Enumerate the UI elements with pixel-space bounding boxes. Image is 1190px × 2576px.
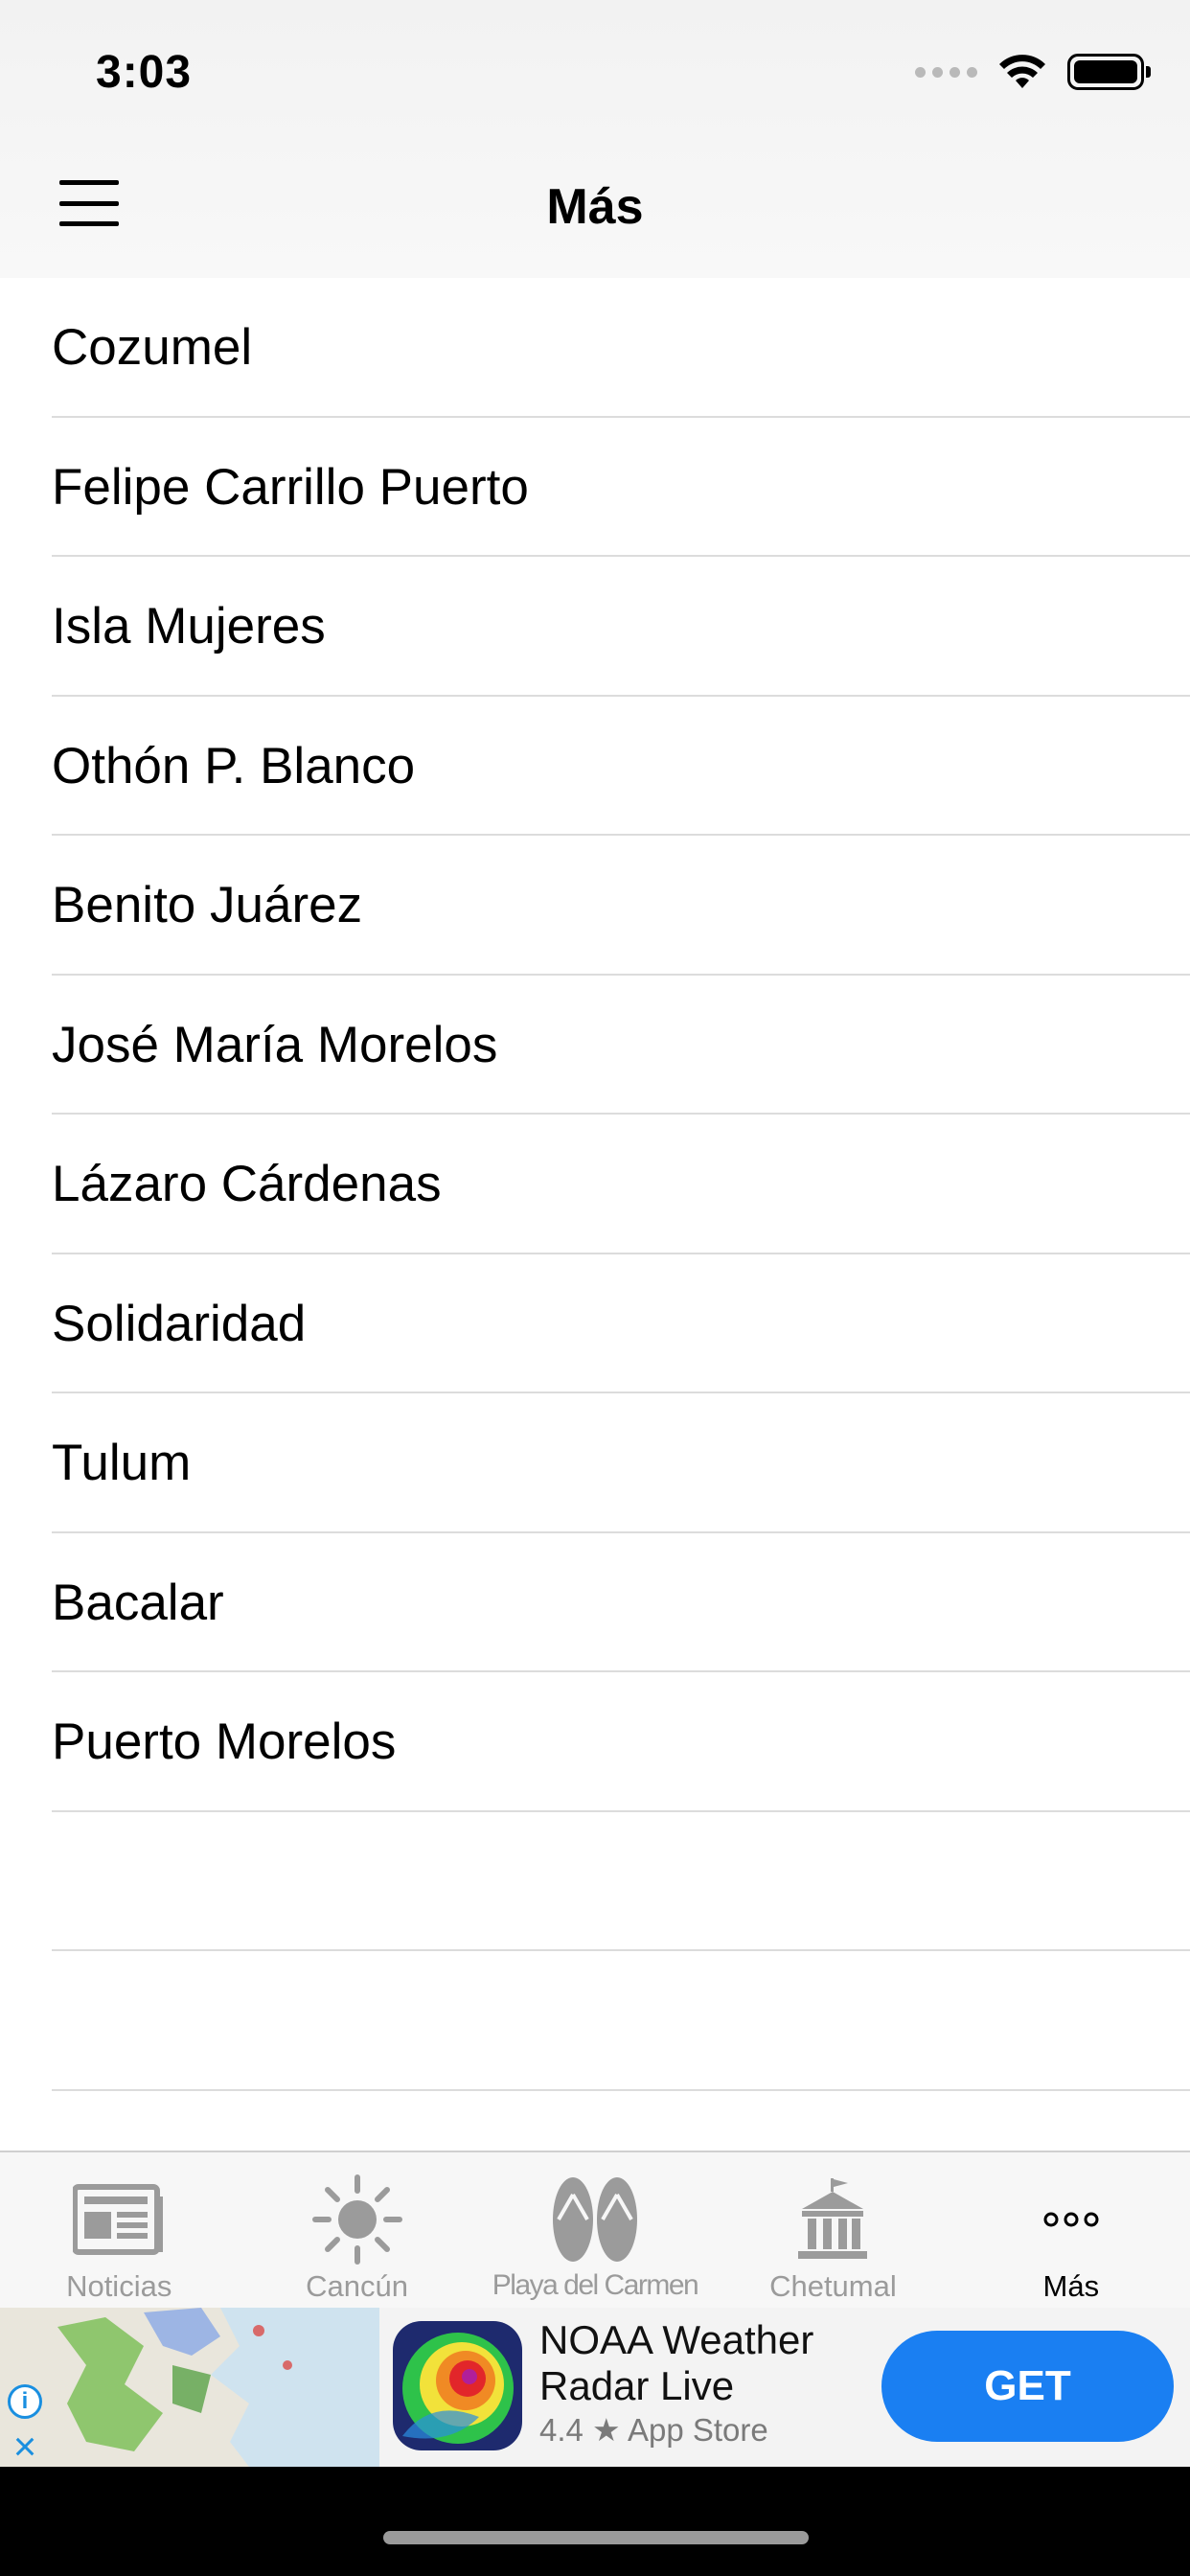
tab-noticias[interactable]: Noticias [0,2152,238,2308]
ad-rating: 4.4 ★ App Store [539,2412,768,2448]
list-item[interactable]: Puerto Morelos [0,1672,1190,1812]
status-time: 3:03 [96,47,193,98]
ad-close-icon[interactable]: × [6,2426,44,2467]
home-indicator[interactable] [383,2531,809,2544]
list-item[interactable]: José María Morelos [0,976,1190,1116]
ad-get-button[interactable]: GET [881,2331,1174,2442]
tab-label: Playa del Carmen [492,2269,699,2301]
tab-bar: Noticias Cancún Playa del Carmen Chetuma… [0,2150,1190,2308]
list-item[interactable]: Cozumel [0,278,1190,418]
ad-info-icon[interactable]: i [8,2384,42,2419]
wifi-icon [999,55,1045,88]
tab-label: Cancún [306,2269,409,2303]
list-item[interactable]: Isla Mujeres [0,557,1190,697]
home-area [0,2467,1190,2576]
ad-radar-map-image [0,2308,379,2467]
flip-flops-icon [547,2174,643,2266]
more-icon [1042,2174,1100,2266]
list-item[interactable]: Benito Juárez [0,836,1190,976]
monument-icon [794,2174,871,2266]
list-item[interactable]: Solidaridad [0,1254,1190,1394]
tab-cancun[interactable]: Cancún [238,2152,475,2308]
status-icons [915,54,1151,90]
tab-chetumal[interactable]: Chetumal [714,2152,951,2308]
list-item[interactable]: Felipe Carrillo Puerto [0,418,1190,558]
empty-list-row [0,1812,1190,1952]
ad-title: NOAA Weather Radar Live [539,2317,814,2408]
list-item[interactable]: Lázaro Cárdenas [0,1115,1190,1254]
top-bar-background: 3:03 Más [0,0,1190,278]
tab-playa-del-carmen[interactable]: Playa del Carmen [476,2152,714,2308]
tab-label: Chetumal [769,2269,897,2303]
ad-app-icon [393,2321,522,2450]
tab-mas[interactable]: Más [952,2152,1190,2308]
empty-list-row [0,1951,1190,2091]
list-item[interactable]: Othón P. Blanco [0,697,1190,837]
municipality-list: Cozumel Felipe Carrillo Puerto Isla Muje… [0,278,1190,2091]
tab-label: Más [1042,2269,1100,2303]
list-item[interactable]: Tulum [0,1393,1190,1533]
cellular-signal-icon [915,66,977,78]
list-item[interactable]: Bacalar [0,1533,1190,1673]
newspaper-icon [73,2174,165,2266]
battery-icon [1067,54,1151,90]
navigation-bar: Más [0,134,1190,278]
ad-banner[interactable]: i × NOAA Weather Radar Live 4.4 ★ App St… [0,2308,1190,2467]
tab-label: Noticias [66,2269,172,2303]
page-title: Más [546,179,644,235]
sun-icon [311,2174,403,2266]
